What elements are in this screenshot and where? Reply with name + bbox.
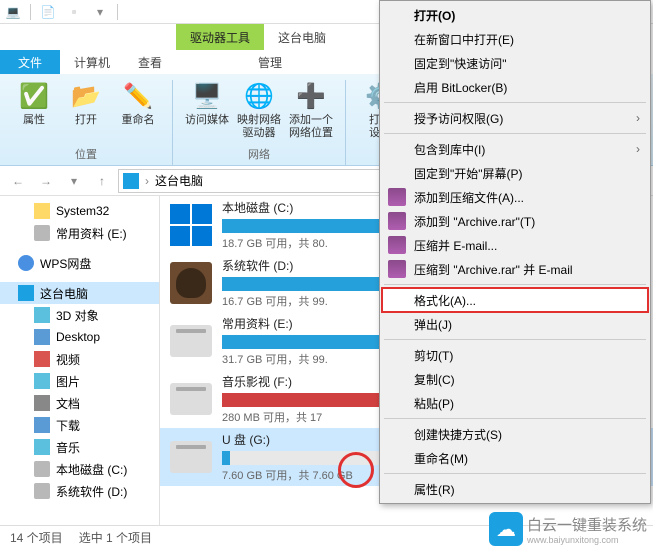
back-button[interactable]: ← [6, 169, 30, 193]
ctx-library[interactable]: 包含到库中(I)› [382, 137, 648, 161]
ctx-open[interactable]: 打开(O) [382, 3, 648, 27]
ctx-email-rar[interactable]: 压缩到 "Archive.rar" 并 E-mail [382, 257, 648, 281]
highlight-circle [338, 452, 374, 488]
ctx-copy[interactable]: 复制(C) [382, 367, 648, 391]
ctx-pin-quick[interactable]: 固定到"快速访问" [382, 51, 648, 75]
drive-icon [170, 441, 212, 473]
rar-icon [388, 236, 406, 254]
forward-button[interactable]: → [34, 169, 58, 193]
rename-button[interactable]: ✏️重命名 [114, 80, 162, 127]
ctx-bitlocker[interactable]: 启用 BitLocker(B) [382, 75, 648, 99]
qat-dropdown-icon[interactable]: ▾ [90, 2, 110, 22]
ctx-pin-start[interactable]: 固定到"开始"屏幕(P) [382, 161, 648, 185]
nav-tree[interactable]: System32 常用资料 (E:) WPS网盘 这台电脑 3D 对象 Desk… [0, 196, 160, 536]
ctx-shortcut[interactable]: 创建快捷方式(S) [382, 422, 648, 446]
tree-docs[interactable]: 文档 [0, 392, 159, 414]
qat-save-icon[interactable]: 📄 [38, 2, 58, 22]
network-group-label: 网络 [248, 146, 270, 165]
chevron-right-icon: › [636, 111, 640, 125]
properties-button[interactable]: ✅属性 [10, 80, 58, 127]
app-icon: 💻 [3, 2, 23, 22]
drive-tools-tab[interactable]: 驱动器工具 [176, 24, 264, 50]
context-menu: 打开(O) 在新窗口中打开(E) 固定到"快速访问" 启用 BitLocker(… [379, 0, 651, 504]
ctx-cut[interactable]: 剪切(T) [382, 343, 648, 367]
file-menu[interactable]: 文件 [0, 50, 60, 74]
tree-pictures[interactable]: 图片 [0, 370, 159, 392]
ctx-eject[interactable]: 弹出(J) [382, 312, 648, 336]
add-netloc-button[interactable]: ➕添加一个 网络位置 [287, 80, 335, 140]
ctx-email[interactable]: 压缩并 E-mail... [382, 233, 648, 257]
tree-system32[interactable]: System32 [0, 200, 159, 222]
pc-icon [123, 173, 139, 189]
address-path: 这台电脑 [155, 172, 203, 189]
up-button[interactable]: ↑ [90, 169, 114, 193]
ctx-add-archive[interactable]: 添加到压缩文件(A)... [382, 185, 648, 209]
view-menu[interactable]: 查看 [124, 50, 176, 74]
selected-count: 选中 1 个项目 [79, 529, 152, 546]
recent-button[interactable]: ▾ [62, 169, 86, 193]
chevron-right-icon: › [636, 142, 640, 156]
tree-common-e[interactable]: 常用资料 (E:) [0, 222, 159, 244]
avatar-icon [170, 262, 212, 304]
window-title: 这台电脑 [264, 24, 340, 50]
manage-menu[interactable]: 管理 [244, 50, 296, 74]
tree-music[interactable]: 音乐 [0, 436, 159, 458]
windows-icon [170, 204, 212, 246]
computer-menu[interactable]: 计算机 [60, 50, 124, 74]
map-network-button[interactable]: 🌐映射网络 驱动器 [235, 80, 283, 140]
rar-icon [388, 188, 406, 206]
ctx-add-rar[interactable]: 添加到 "Archive.rar"(T) [382, 209, 648, 233]
tree-thispc[interactable]: 这台电脑 [0, 282, 159, 304]
watermark: ☁ 白云一键重装系统 www.baiyunxitong.com [489, 512, 647, 546]
ctx-format[interactable]: 格式化(A)... [382, 288, 648, 312]
watermark-icon: ☁ [489, 512, 523, 546]
drive-icon [170, 325, 212, 357]
ctx-paste[interactable]: 粘贴(P) [382, 391, 648, 415]
ctx-properties[interactable]: 属性(R) [382, 477, 648, 501]
tree-video[interactable]: 视频 [0, 348, 159, 370]
ctx-newwindow[interactable]: 在新窗口中打开(E) [382, 27, 648, 51]
ctx-access[interactable]: 授予访问权限(G)› [382, 106, 648, 130]
tree-wps[interactable]: WPS网盘 [0, 252, 159, 274]
item-count: 14 个项目 [10, 529, 63, 546]
drive-icon [170, 383, 212, 415]
tree-desktop[interactable]: Desktop [0, 326, 159, 348]
tree-sys-d[interactable]: 系统软件 (D:) [0, 480, 159, 502]
open-button[interactable]: 📂打开 [62, 80, 110, 127]
tree-3d[interactable]: 3D 对象 [0, 304, 159, 326]
tree-downloads[interactable]: 下载 [0, 414, 159, 436]
tree-local-c[interactable]: 本地磁盘 (C:) [0, 458, 159, 480]
ctx-rename[interactable]: 重命名(M) [382, 446, 648, 470]
qat-props-icon[interactable]: ▫️ [64, 2, 84, 22]
rar-icon [388, 212, 406, 230]
location-group-label: 位置 [75, 146, 97, 165]
media-button[interactable]: 🖥️访问媒体 [183, 80, 231, 140]
rar-icon [388, 260, 406, 278]
